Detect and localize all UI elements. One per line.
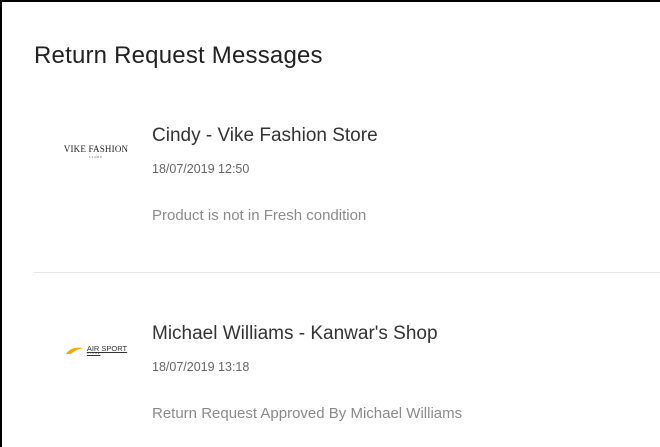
logo-wordmark: VIKE FASHION — [63, 144, 129, 154]
store-logo: VIKE FASHION STORE — [54, 125, 138, 179]
vike-fashion-logo: VIKE FASHION STORE — [64, 145, 128, 159]
return-request-messages-panel: Return Request Messages VIKE FASHION STO… — [0, 0, 660, 447]
store-logo: AIR SPORT STORE — [54, 323, 138, 377]
message-sender: Cindy - Vike Fashion Store — [152, 125, 378, 146]
page-title: Return Request Messages — [34, 42, 323, 69]
message-date: 18/07/2019 12:50 — [152, 162, 250, 176]
air-sport-logo: AIR SPORT STORE — [65, 344, 127, 356]
logo-subtext: STORE — [86, 352, 101, 355]
divider — [34, 272, 660, 273]
logo-subtext: STORE — [88, 155, 104, 159]
message-date: 18/07/2019 13:18 — [152, 360, 250, 374]
message-sender: Michael Williams - Kanwar's Shop — [152, 323, 438, 344]
message-text: Return Request Approved By Michael Willi… — [152, 405, 463, 422]
air-sport-swoosh-icon — [65, 347, 84, 354]
message-text: Product is not in Fresh condition — [152, 207, 367, 224]
